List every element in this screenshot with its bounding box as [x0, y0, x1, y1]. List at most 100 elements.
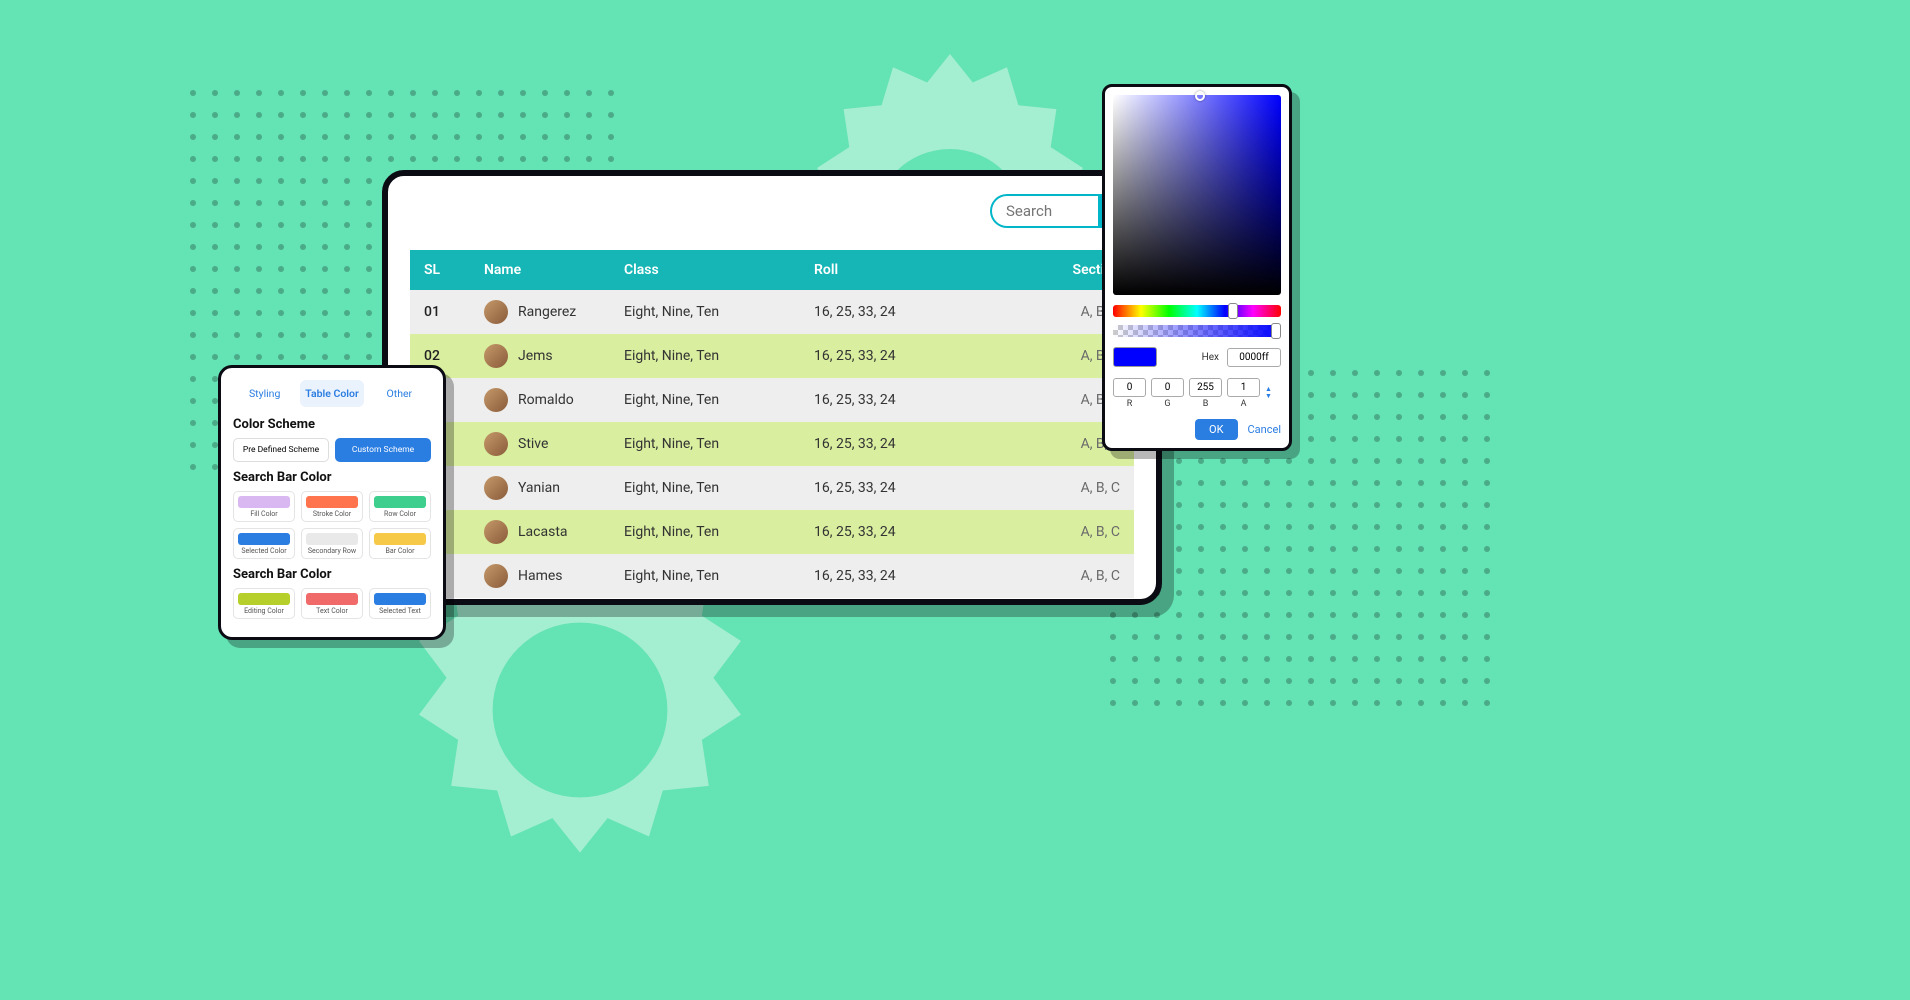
cell-class: Eight, Nine, Ten: [624, 568, 814, 584]
current-color-swatch: [1113, 347, 1157, 367]
cell-roll: 16, 25, 33, 24: [814, 568, 1044, 584]
cell-class: Eight, Nine, Ten: [624, 304, 814, 320]
section-color-scheme: Color Scheme: [233, 417, 431, 432]
cell-roll: 16, 25, 33, 24: [814, 436, 1044, 452]
style-settings-panel: Styling Table Color Other Color Scheme P…: [218, 365, 446, 640]
cell-roll: 16, 25, 33, 24: [814, 348, 1044, 364]
color-chip: [306, 593, 358, 605]
cell-name: Yanian: [484, 476, 624, 500]
cell-name: Stive: [484, 432, 624, 456]
table-row[interactable]: HamesEight, Nine, Ten16, 25, 33, 24A, B,…: [410, 554, 1134, 598]
settings-tabs: Styling Table Color Other: [233, 380, 431, 407]
search-input[interactable]: [990, 194, 1098, 228]
cell-name: Jems: [484, 344, 624, 368]
custom-scheme-button[interactable]: Custom Scheme: [335, 438, 431, 462]
swatch-label: Editing Color: [238, 608, 290, 615]
color-swatch[interactable]: Stroke Color: [301, 491, 363, 522]
cell-section: A, B, C: [1044, 480, 1120, 496]
color-swatch[interactable]: Row Color: [369, 491, 431, 522]
color-swatch[interactable]: Bar Color: [369, 528, 431, 559]
alpha-slider[interactable]: [1113, 325, 1281, 337]
color-chip: [374, 593, 426, 605]
g-label: G: [1151, 399, 1184, 409]
cell-section: A, B, C: [1044, 568, 1120, 584]
swatch-label: Bar Color: [374, 548, 426, 555]
color-chip: [374, 496, 426, 508]
table-row[interactable]: StiveEight, Nine, Ten16, 25, 33, 24A, B,…: [410, 422, 1134, 466]
alpha-thumb[interactable]: [1271, 323, 1281, 339]
color-swatch[interactable]: Fill Color: [233, 491, 295, 522]
hex-input[interactable]: [1227, 348, 1281, 367]
table-row[interactable]: YanianEight, Nine, Ten16, 25, 33, 24A, B…: [410, 466, 1134, 510]
hue-slider[interactable]: [1113, 305, 1281, 317]
cell-name: Lacasta: [484, 520, 624, 544]
hex-label: Hex: [1202, 352, 1219, 363]
col-roll: Roll: [814, 262, 1044, 278]
tab-styling[interactable]: Styling: [233, 380, 296, 407]
cell-section: A, B, C: [1044, 524, 1120, 540]
r-label: R: [1113, 399, 1146, 409]
tab-table-color[interactable]: Table Color: [300, 380, 363, 407]
b-label: B: [1189, 399, 1222, 409]
cancel-button[interactable]: Cancel: [1248, 423, 1281, 436]
hue-thumb[interactable]: [1228, 303, 1238, 319]
cell-name: Romaldo: [484, 388, 624, 412]
color-swatch[interactable]: Secondary Row: [301, 528, 363, 559]
table-row[interactable]: 02JemsEight, Nine, Ten16, 25, 33, 24A, B…: [410, 334, 1134, 378]
avatar: [484, 520, 508, 544]
data-table: SL Name Class Roll Section 01RangerezEig…: [410, 250, 1134, 598]
a-input[interactable]: [1227, 378, 1260, 397]
color-swatch[interactable]: Editing Color: [233, 588, 295, 619]
color-swatch[interactable]: Text Color: [301, 588, 363, 619]
cell-sl: 01: [424, 304, 484, 320]
cell-class: Eight, Nine, Ten: [624, 480, 814, 496]
swatch-label: Selected Text: [374, 608, 426, 615]
g-input[interactable]: [1151, 378, 1184, 397]
cell-class: Eight, Nine, Ten: [624, 436, 814, 452]
table-row[interactable]: RomaldoEight, Nine, Ten16, 25, 33, 24A, …: [410, 378, 1134, 422]
swatch-label: Fill Color: [238, 511, 290, 518]
col-sl: SL: [424, 262, 484, 278]
swatch-label: Secondary Row: [306, 548, 358, 555]
col-class: Class: [624, 262, 814, 278]
cell-roll: 16, 25, 33, 24: [814, 304, 1044, 320]
data-table-panel: SL Name Class Roll Section 01RangerezEig…: [382, 170, 1162, 605]
color-chip: [306, 533, 358, 545]
cell-class: Eight, Nine, Ten: [624, 524, 814, 540]
cell-name: Hames: [484, 564, 624, 588]
cell-name: Rangerez: [484, 300, 624, 324]
b-input[interactable]: [1189, 378, 1222, 397]
color-chip: [374, 533, 426, 545]
swatch-label: Text Color: [306, 608, 358, 615]
table-row[interactable]: LacastaEight, Nine, Ten16, 25, 33, 24A, …: [410, 510, 1134, 554]
color-picker-panel: Hex R G B A ▲▼ OK Cancel: [1102, 84, 1292, 451]
avatar: [484, 300, 508, 324]
avatar: [484, 476, 508, 500]
swatch-label: Row Color: [374, 511, 426, 518]
cell-class: Eight, Nine, Ten: [624, 348, 814, 364]
color-chip: [238, 533, 290, 545]
swatch-label: Stroke Color: [306, 511, 358, 518]
col-name: Name: [484, 262, 624, 278]
avatar: [484, 388, 508, 412]
swatch-label: Selected Color: [238, 548, 290, 555]
r-input[interactable]: [1113, 378, 1146, 397]
cell-roll: 16, 25, 33, 24: [814, 480, 1044, 496]
a-label: A: [1227, 399, 1260, 409]
color-swatch[interactable]: Selected Color: [233, 528, 295, 559]
table-row[interactable]: 01RangerezEight, Nine, Ten16, 25, 33, 24…: [410, 290, 1134, 334]
section-search-bar-color-2: Search Bar Color: [233, 567, 431, 582]
cell-roll: 16, 25, 33, 24: [814, 392, 1044, 408]
cell-sl: 02: [424, 348, 484, 364]
tab-other[interactable]: Other: [368, 380, 431, 407]
saturation-value-area[interactable]: [1113, 95, 1281, 295]
predefined-scheme-button[interactable]: Pre Defined Scheme: [233, 438, 329, 462]
table-header: SL Name Class Roll Section: [410, 250, 1134, 290]
section-search-bar-color-1: Search Bar Color: [233, 470, 431, 485]
ok-button[interactable]: OK: [1195, 419, 1237, 440]
color-chip: [238, 496, 290, 508]
sv-cursor[interactable]: [1195, 91, 1205, 101]
format-spinner[interactable]: ▲▼: [1265, 386, 1281, 399]
color-swatch[interactable]: Selected Text: [369, 588, 431, 619]
avatar: [484, 432, 508, 456]
